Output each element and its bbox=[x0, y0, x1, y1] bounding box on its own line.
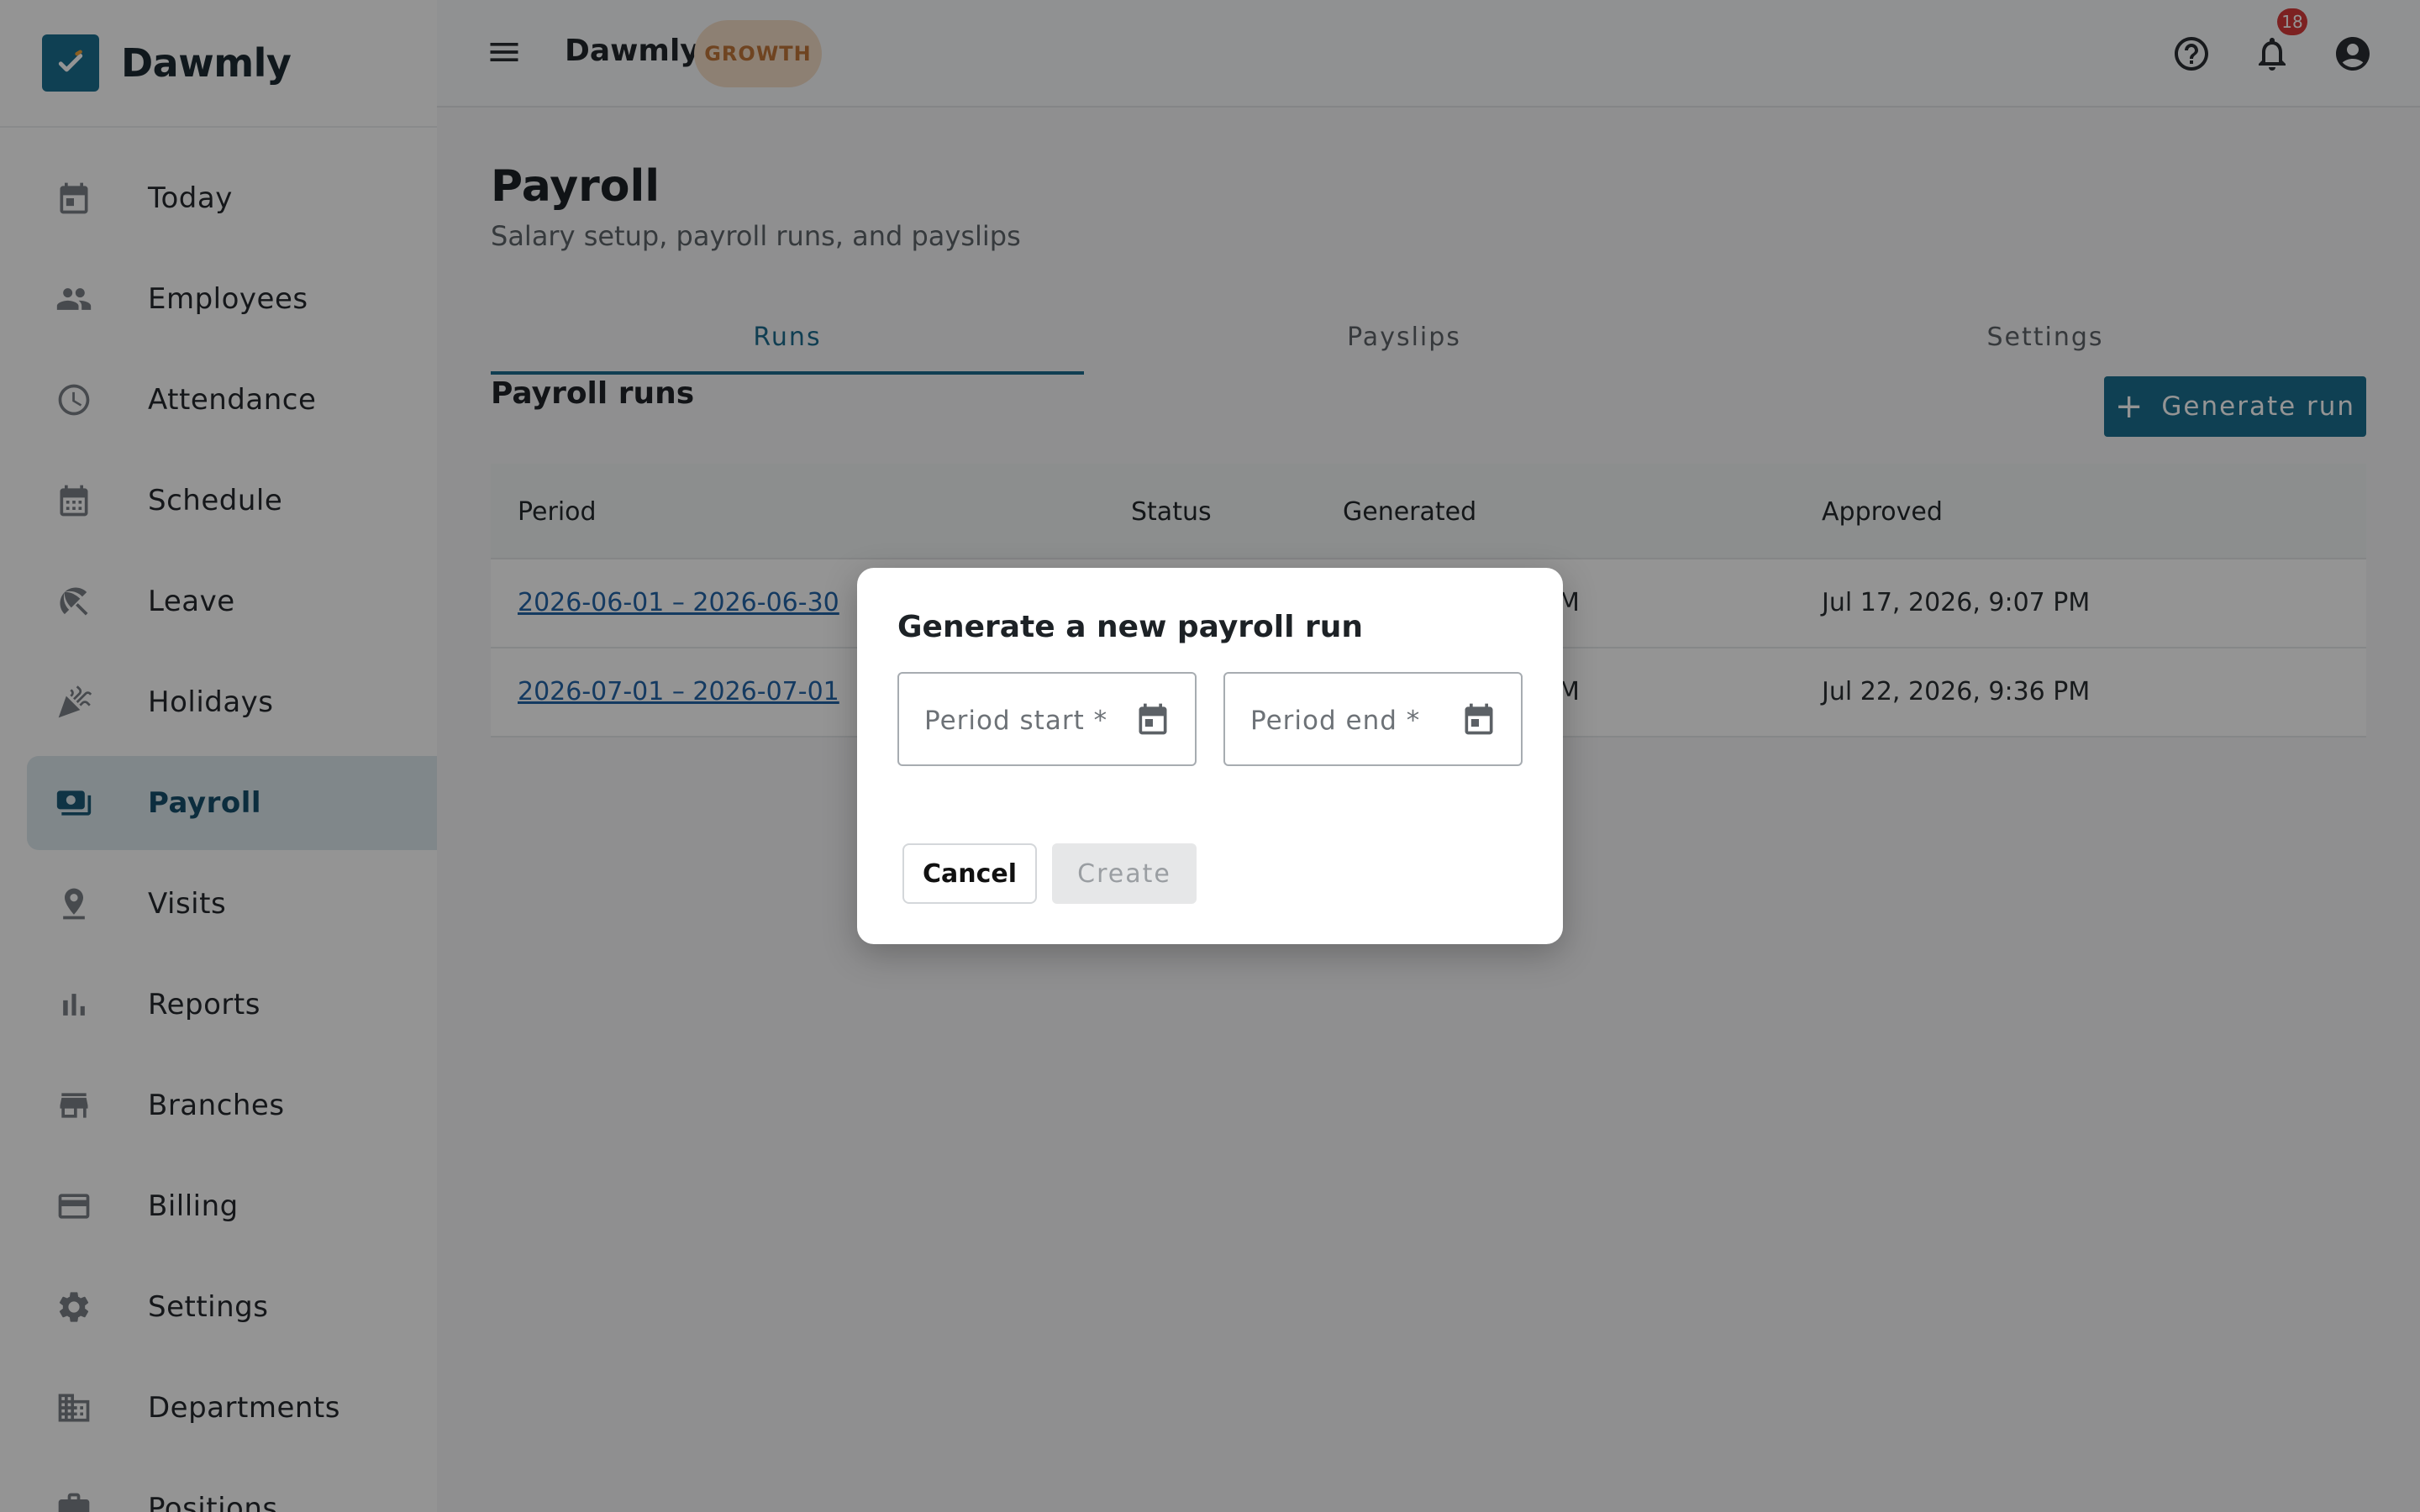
period-end-field[interactable]: Period end * bbox=[1223, 672, 1523, 766]
create-button[interactable]: Create bbox=[1052, 843, 1197, 904]
dialog-title: Generate a new payroll run bbox=[897, 610, 1364, 644]
period-start-placeholder: Period start * bbox=[924, 706, 1108, 736]
calendar-icon[interactable] bbox=[1460, 701, 1497, 738]
period-end-placeholder: Period end * bbox=[1250, 706, 1421, 736]
calendar-icon[interactable] bbox=[1134, 701, 1171, 738]
generate-run-dialog: Generate a new payroll run Period start … bbox=[857, 568, 1563, 944]
period-start-field[interactable]: Period start * bbox=[897, 672, 1197, 766]
cancel-button[interactable]: Cancel bbox=[902, 843, 1037, 904]
